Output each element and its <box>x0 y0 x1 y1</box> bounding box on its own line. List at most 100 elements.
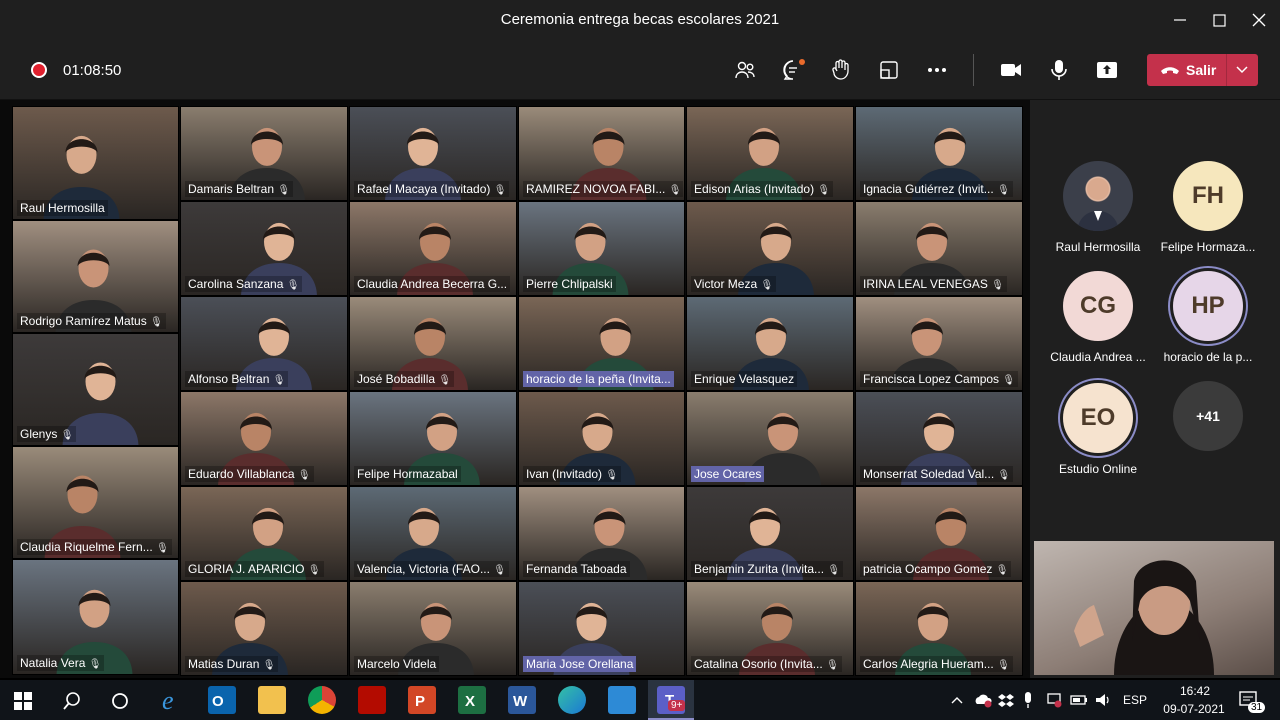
rooms-button[interactable] <box>877 58 901 82</box>
clock-time[interactable]: 16:42 <box>1175 684 1215 698</box>
dropbox-icon[interactable] <box>998 692 1014 708</box>
acrobat-icon[interactable] <box>358 686 386 714</box>
participant-video-tile[interactable]: José Bobadilla 🎙 <box>349 296 517 391</box>
language-indicator[interactable]: ESP <box>1123 693 1147 707</box>
participant-name-label: IRINA LEAL VENEGAS 🎙 <box>860 276 1007 292</box>
avatar-initials: HP <box>1191 292 1225 319</box>
participant-video-tile[interactable]: Eduardo Villablanca 🎙 <box>180 391 348 486</box>
camera-button[interactable] <box>999 58 1023 82</box>
more-actions-button[interactable] <box>925 58 949 82</box>
participant-video-tile[interactable]: Damaris Beltran 🎙 <box>180 106 348 201</box>
chevron-up-icon[interactable] <box>950 694 964 706</box>
avatar-eo[interactable]: EO <box>1063 383 1133 453</box>
participant-video-tile[interactable]: Maria Jose Orellana <box>518 581 685 676</box>
outlook-icon[interactable]: O <box>208 686 236 714</box>
participant-video-tile[interactable]: Marcelo Videla <box>349 581 517 676</box>
avatar-initials: FH <box>1192 182 1224 209</box>
avatar-cg[interactable]: CG <box>1063 271 1133 341</box>
participant-video-tile[interactable]: Valencia, Victoria (FAO... 🎙 <box>349 486 517 581</box>
word-icon[interactable]: W <box>508 686 536 714</box>
close-button[interactable] <box>1247 8 1271 32</box>
participant-name: Alfonso Beltran <box>188 372 270 386</box>
participant-name-label: Francisca Lopez Campos 🎙 <box>860 371 1019 387</box>
participant-video-tile[interactable]: Fernanda Taboada <box>518 486 685 581</box>
mic-icon: 🎙 <box>60 430 74 441</box>
participant-video-tile[interactable]: Victor Meza 🎙 <box>686 201 854 296</box>
toolbar-divider <box>973 54 974 86</box>
mic-icon: 🎙 <box>286 280 300 291</box>
participant-video-tile[interactable]: horacio de la peña (Invita... <box>518 296 685 391</box>
participant-video-tile[interactable]: GLORIA J. APARICIO 🎙 <box>180 486 348 581</box>
maximize-button[interactable] <box>1207 8 1231 32</box>
participant-video-tile[interactable]: Catalina Osorio (Invita... 🎙 <box>686 581 854 676</box>
video-grid: Raul Hermosilla Damaris Beltran 🎙 Rafael M… <box>0 100 1030 678</box>
participant-video-tile[interactable]: Rafael Macaya (Invitado) 🎙 <box>349 106 517 201</box>
chat-button[interactable] <box>781 58 805 82</box>
mic-icon: 🎙 <box>262 660 276 671</box>
participant-name: Eduardo Villablanca <box>188 467 295 481</box>
clock-date[interactable]: 09-07-2021 <box>1158 702 1230 716</box>
file-explorer-icon[interactable] <box>258 686 286 714</box>
participant-video-tile[interactable]: Claudia Andrea Becerra G... <box>349 201 517 296</box>
edge-legacy-icon[interactable]: e <box>158 686 186 715</box>
participant-video-tile[interactable]: Rodrigo Ramírez Matus 🎙 <box>12 220 179 333</box>
participant-video-tile[interactable]: Felipe Hormazabal <box>349 391 517 486</box>
participant-video-tile[interactable]: Enrique Velasquez <box>686 296 854 391</box>
participant-video-tile[interactable]: Ignacia Gutiérrez (Invit... 🎙 <box>855 106 1023 201</box>
teams-taskbar-button[interactable]: T 9+ <box>648 680 694 720</box>
participant-video-tile[interactable]: Ivan (Invitado) 🎙 <box>518 391 685 486</box>
participant-video-tile[interactable]: Jose Ocares <box>686 391 854 486</box>
excel-icon[interactable]: X <box>458 686 486 714</box>
photos-icon[interactable] <box>608 686 636 714</box>
mic-button[interactable] <box>1047 58 1071 82</box>
participant-video-tile[interactable]: RAMIREZ NOVOA FABI... 🎙 <box>518 106 685 201</box>
windows-start-icon[interactable] <box>14 692 32 710</box>
notification-count: 31 <box>1248 702 1266 713</box>
mic-icon: 🎙 <box>438 375 452 386</box>
participant-video-tile[interactable]: Benjamin Zurita (Invita... 🎙 <box>686 486 854 581</box>
participant-video-tile[interactable]: Matias Duran 🎙 <box>180 581 348 676</box>
participant-video-tile[interactable]: Raul Hermosilla <box>12 106 179 220</box>
participant-name: Claudia Riquelme Fern... <box>20 540 153 554</box>
avatar-raul-hermosilla[interactable] <box>1063 161 1133 231</box>
onedrive-icon[interactable] <box>974 692 992 708</box>
people-button[interactable] <box>733 58 757 82</box>
participant-name: Jose Ocares <box>694 467 762 481</box>
chrome-icon[interactable] <box>308 686 336 714</box>
leave-button[interactable]: Salir <box>1147 54 1258 86</box>
participant-video-tile[interactable]: Claudia Riquelme Fern... 🎙 <box>12 446 179 559</box>
mic-icon: 🎙 <box>277 185 291 196</box>
participant-video-tile[interactable]: Carolina Sanzana 🎙 <box>180 201 348 296</box>
participant-name-label: Alfonso Beltran 🎙 <box>185 371 289 387</box>
participant-video-tile[interactable]: Natalia Vera 🎙 <box>12 559 179 675</box>
avatar-hp[interactable]: HP <box>1173 271 1243 341</box>
participant-name: Carolina Sanzana <box>188 277 284 291</box>
participant-video-tile[interactable]: Carlos Alegria Hueram... 🎙 <box>855 581 1023 676</box>
volume-icon[interactable] <box>1094 692 1112 708</box>
reactions-button[interactable] <box>829 58 853 82</box>
chevron-down-icon[interactable] <box>1235 63 1249 77</box>
participant-video-tile[interactable]: patricia Ocampo Gomez 🎙 <box>855 486 1023 581</box>
participant-name-label: Maria Jose Orellana <box>523 656 637 672</box>
participant-video-tile[interactable]: Francisca Lopez Campos 🎙 <box>855 296 1023 391</box>
mic-tray-icon[interactable] <box>1022 691 1034 709</box>
participant-video-tile[interactable]: Pierre Chlipalski <box>518 201 685 296</box>
participant-video-tile[interactable]: Monserrat Soledad Val... 🎙 <box>855 391 1023 486</box>
share-screen-button[interactable] <box>1095 58 1119 82</box>
participant-video-tile[interactable]: IRINA LEAL VENEGAS 🎙 <box>855 201 1023 296</box>
participant-video-tile[interactable]: Glenys 🎙 <box>12 333 179 446</box>
participant-video-tile[interactable]: Alfonso Beltran 🎙 <box>180 296 348 391</box>
participant-video-tile[interactable]: Edison Arias (Invitado) 🎙 <box>686 106 854 201</box>
participant-name: Pierre Chlipalski <box>526 277 613 291</box>
more-participants-button[interactable]: +41 <box>1173 381 1243 451</box>
avatar-fh[interactable]: FH <box>1173 161 1243 231</box>
battery-icon[interactable] <box>1070 693 1088 707</box>
participant-name-label: patricia Ocampo Gomez 🎙 <box>860 561 1012 577</box>
powerpoint-icon[interactable]: P <box>408 686 436 714</box>
search-icon[interactable] <box>62 691 82 711</box>
edge-icon[interactable] <box>558 686 586 714</box>
task-view-icon[interactable] <box>110 691 130 711</box>
network-icon[interactable] <box>1046 692 1062 708</box>
minimize-button[interactable] <box>1168 8 1192 32</box>
close-icon <box>1252 13 1266 27</box>
